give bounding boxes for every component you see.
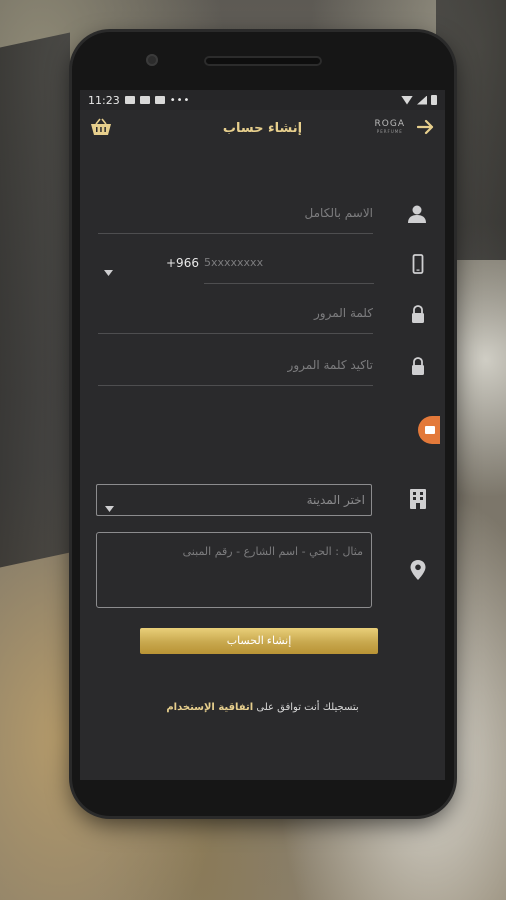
terms-link[interactable]: اتفاقية الإستخدام [166, 702, 253, 713]
caret-down-icon [105, 497, 114, 516]
confirm-password-row: تاكيد كلمة المرور [80, 346, 445, 386]
city-select[interactable]: اختر المدينة [96, 484, 372, 516]
address-textarea[interactable]: مثال : الحي - اسم الشارع - رقم المبنى [96, 532, 372, 608]
full-name-underline [98, 233, 373, 234]
country-code[interactable]: +966 [166, 256, 199, 270]
country-code-caret-icon[interactable] [104, 261, 113, 280]
battery-icon [431, 95, 437, 105]
building-icon [409, 488, 427, 514]
status-left: 11:23 ••• [88, 94, 190, 107]
confirm-password-underline [98, 385, 373, 386]
gallery-notification-icon [124, 96, 135, 104]
lock-icon [409, 356, 427, 380]
floating-video-tab[interactable] [418, 416, 440, 444]
phone-row: +966 5xxxxxxxx [80, 244, 445, 284]
video-icon [425, 426, 435, 434]
phone-underline [204, 283, 374, 284]
password-row: كلمة المرور [80, 294, 445, 334]
status-bar: 11:23 ••• [80, 90, 445, 110]
password-field[interactable]: كلمة المرور [314, 306, 373, 320]
mobile-icon [409, 254, 427, 278]
brand-logo-main: ROGA [374, 119, 405, 129]
back-arrow-icon[interactable] [416, 119, 435, 139]
address-placeholder: مثال : الحي - اسم الشارع - رقم المبنى [182, 545, 363, 558]
location-pin-icon [409, 559, 427, 585]
city-select-value: اختر المدينة [306, 493, 365, 507]
app-notification-icon [139, 96, 150, 104]
lock-icon [409, 304, 427, 328]
terms-text: بتسجيلك أنت توافق على [256, 702, 359, 713]
message-notification-icon [154, 96, 165, 104]
create-account-button[interactable]: إنشاء الحساب [140, 628, 378, 654]
terms-notice: بتسجيلك أنت توافق على اتفاقية الإستخدام [80, 702, 445, 713]
front-camera [146, 54, 158, 66]
full-name-row: الاسم بالكامل [80, 194, 445, 234]
app-screen: 11:23 ••• إنشاء حساب ROGA PERFUME الاسم … [80, 90, 445, 780]
confirm-password-field[interactable]: تاكيد كلمة المرور [288, 358, 373, 372]
wifi-icon [401, 95, 413, 105]
brand-logo-sub: PERFUME [376, 129, 403, 134]
background-frame [0, 32, 70, 568]
user-icon [407, 204, 427, 228]
phone-device: 11:23 ••• إنشاء حساب ROGA PERFUME الاسم … [72, 32, 454, 816]
earpiece-speaker [204, 56, 322, 66]
app-bar: إنشاء حساب ROGA PERFUME [80, 110, 445, 148]
status-right [401, 95, 437, 105]
full-name-field[interactable]: الاسم بالكامل [305, 206, 373, 220]
brand-logo: ROGA PERFUME [375, 120, 405, 135]
password-underline [98, 333, 373, 334]
more-notifications-icon: ••• [169, 94, 191, 106]
status-time: 11:23 [88, 93, 120, 107]
signal-icon [417, 95, 427, 105]
phone-field[interactable]: 5xxxxxxxx [204, 256, 263, 269]
